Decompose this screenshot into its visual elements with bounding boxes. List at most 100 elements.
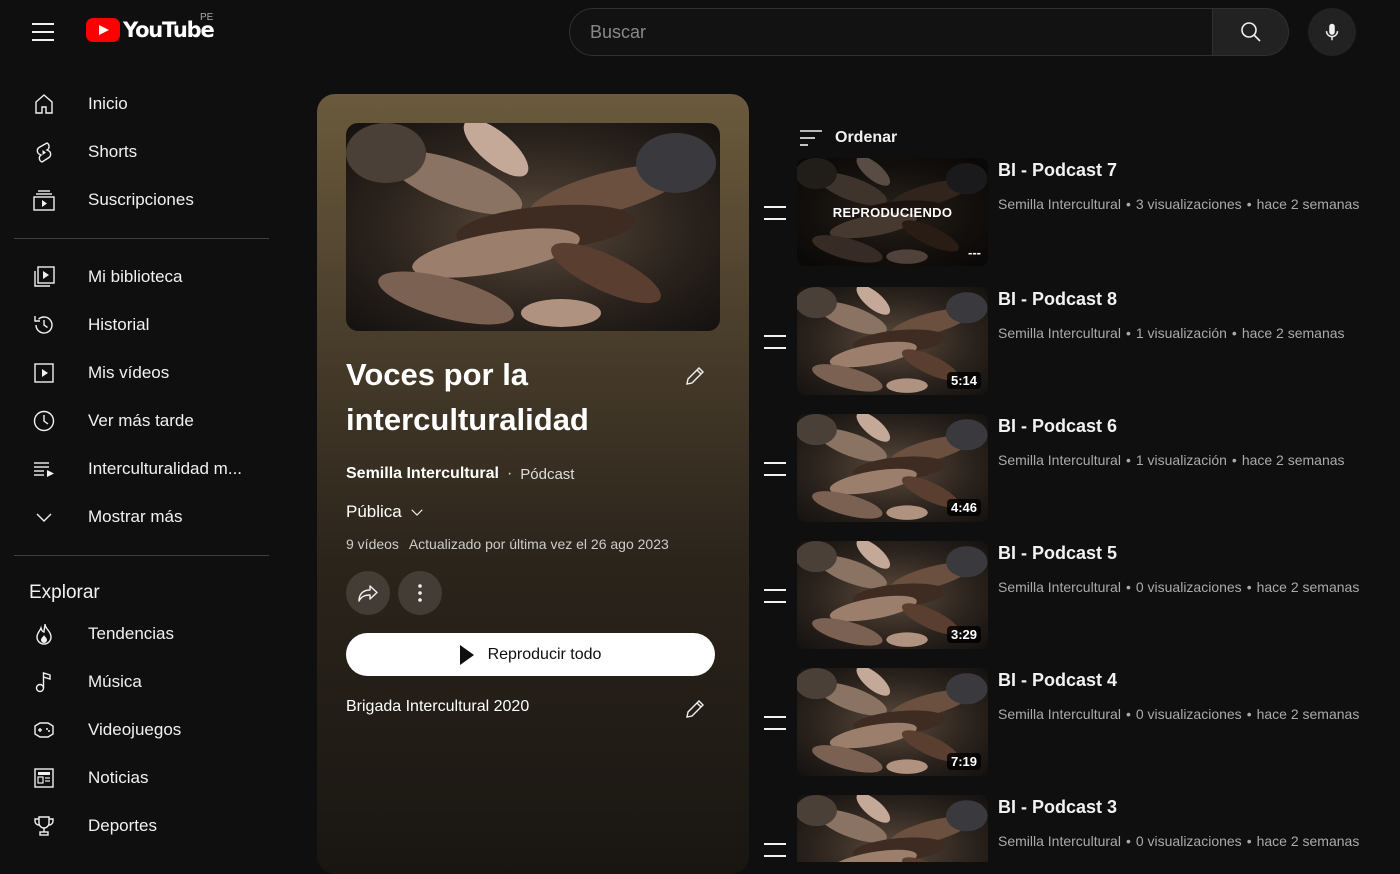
- sidebar-main-section: Inicio Shorts Suscripciones: [0, 64, 284, 238]
- upload-age: hace 2 semanas: [1256, 196, 1360, 212]
- last-updated: Actualizado por última vez el 26 ago 202…: [408, 536, 669, 552]
- sidebar-item-shorts[interactable]: Shorts: [14, 128, 270, 176]
- video-meta: Semilla Intercultural • 0 visualizaciones •…: [998, 579, 1360, 595]
- play-all-label: Reproducir todo: [487, 645, 602, 663]
- duration-badge: 3:29: [946, 626, 981, 643]
- now-playing-overlay: REPRODUCIENDO: [797, 158, 988, 266]
- channel-name[interactable]: Semilla Intercultural: [998, 196, 1121, 212]
- sort-button[interactable]: Ordenar: [797, 126, 897, 150]
- chevron-down-icon: [30, 503, 58, 531]
- video-title[interactable]: BI - Podcast 7: [998, 160, 1117, 181]
- drag-handle-icon[interactable]: [764, 843, 786, 857]
- playlist-video-row[interactable]: 7:19 BI - Podcast 4 Semilla Intercultura…: [760, 668, 1400, 778]
- sidebar-item-label: Música: [88, 672, 142, 691]
- pencil-icon: [686, 700, 704, 718]
- video-title[interactable]: BI - Podcast 4: [998, 670, 1117, 691]
- play-all-button[interactable]: Reproducir todo: [346, 633, 715, 676]
- separator-dot: ·: [506, 465, 513, 482]
- subscriptions-icon: [30, 186, 58, 214]
- upload-age: hace 2 semanas: [1256, 706, 1360, 722]
- youtube-logo[interactable]: YouTube PE: [86, 12, 215, 42]
- sidebar-item-mis-videos[interactable]: Mis vídeos: [14, 349, 270, 397]
- playlist-video-row[interactable]: BI - Podcast 3 Semilla Intercultural • 0 v…: [760, 795, 1400, 862]
- voice-search-button[interactable]: [1308, 8, 1356, 56]
- sidebar-item-suscripciones[interactable]: Suscripciones: [14, 176, 270, 224]
- video-title[interactable]: BI - Podcast 5: [998, 543, 1117, 564]
- drag-handle-icon[interactable]: [764, 716, 786, 730]
- sidebar-item-mostrar-mas[interactable]: Mostrar más: [14, 493, 270, 541]
- channel-name-link[interactable]: Semilla Intercultural: [346, 465, 499, 483]
- drag-handle-icon[interactable]: [764, 206, 786, 220]
- sidebar-library-section: Mi biblioteca Historial Mis vídeos Ver m…: [0, 239, 284, 555]
- channel-name[interactable]: Semilla Intercultural: [998, 706, 1121, 722]
- sidebar-item-ver-mas-tarde[interactable]: Ver más tarde: [14, 397, 270, 445]
- sidebar-item-label: Mis vídeos: [88, 363, 170, 382]
- channel-name[interactable]: Semilla Intercultural: [998, 833, 1121, 849]
- playlist-owner-line: Semilla Intercultural · Pódcast: [346, 465, 574, 483]
- menu-button[interactable]: [24, 16, 64, 48]
- video-thumbnail[interactable]: 7:19: [797, 668, 988, 776]
- more-options-button[interactable]: [398, 571, 442, 615]
- duration-badge: 4:46: [946, 499, 981, 516]
- video-thumbnail[interactable]: 4:46: [797, 414, 988, 522]
- sort-label: Ordenar: [835, 129, 898, 146]
- sidebar-item-label: Inicio: [88, 94, 128, 113]
- video-thumbnail[interactable]: 5:14: [797, 287, 988, 395]
- video-meta: Semilla Intercultural • 0 visualizaciones •…: [998, 833, 1360, 849]
- gaming-icon: [30, 716, 58, 744]
- edit-description-button[interactable]: [679, 693, 711, 725]
- playlist-title: Voces por la interculturalidad: [346, 357, 589, 437]
- sidebar-item-label: Interculturalidad m...: [88, 459, 243, 478]
- youtube-logo-icon: [86, 18, 120, 42]
- playlist-video-row[interactable]: 4:46 BI - Podcast 6 Semilla Intercultura…: [760, 414, 1400, 524]
- video-thumbnail[interactable]: [797, 795, 988, 862]
- country-code: PE: [200, 12, 214, 23]
- edit-title-button[interactable]: [679, 360, 711, 392]
- sidebar-item-label: Tendencias: [88, 624, 175, 643]
- drag-handle-icon[interactable]: [764, 462, 786, 476]
- video-thumbnail[interactable]: REPRODUCIENDO ---: [797, 158, 988, 266]
- drag-handle-icon[interactable]: [764, 589, 786, 603]
- playlist-thumbnail[interactable]: [346, 123, 720, 331]
- sidebar-item-tendencias[interactable]: Tendencias: [14, 610, 270, 658]
- channel-name[interactable]: Semilla Intercultural: [998, 452, 1121, 468]
- sidebar-item-historial[interactable]: Historial: [14, 301, 270, 349]
- top-bar: YouTube PE: [0, 0, 1400, 64]
- home-icon: [30, 90, 58, 118]
- playlist-video-row[interactable]: REPRODUCIENDO --- BI - Podcast 7 Semilla…: [760, 158, 1400, 268]
- channel-name[interactable]: Semilla Intercultural: [998, 325, 1121, 341]
- channel-name[interactable]: Semilla Intercultural: [998, 579, 1121, 595]
- sidebar-item-label: Ver más tarde: [88, 411, 194, 430]
- share-button[interactable]: [346, 571, 390, 615]
- search-button[interactable]: [1212, 8, 1289, 56]
- video-thumbnail[interactable]: 3:29: [797, 541, 988, 649]
- upload-age: hace 2 semanas: [1256, 833, 1360, 849]
- video-title[interactable]: BI - Podcast 8: [998, 289, 1117, 310]
- video-count: 9 vídeos: [346, 536, 399, 552]
- sidebar-item-inicio[interactable]: Inicio: [14, 80, 270, 128]
- duration-badge: 7:19: [946, 753, 981, 770]
- video-title[interactable]: BI - Podcast 3: [998, 797, 1117, 818]
- view-count: 0 visualizaciones: [1135, 706, 1242, 722]
- privacy-dropdown[interactable]: Pública: [346, 502, 426, 522]
- play-icon: [459, 644, 474, 665]
- sidebar-item-musica[interactable]: Música: [14, 658, 270, 706]
- sidebar-item-mi-biblioteca[interactable]: Mi biblioteca: [14, 253, 270, 301]
- upload-age: hace 2 semanas: [1241, 452, 1345, 468]
- duration-badge: 5:14: [946, 372, 981, 389]
- sidebar-item-label: Mostrar más: [88, 507, 183, 526]
- sidebar-item-deportes[interactable]: Deportes: [14, 802, 270, 850]
- sidebar-item-videojuegos[interactable]: Videojuegos: [14, 706, 270, 754]
- search-input[interactable]: [569, 8, 1212, 56]
- video-meta: Semilla Intercultural • 1 visualización • ha…: [998, 325, 1345, 341]
- privacy-label: Pública: [346, 502, 402, 521]
- upload-age: hace 2 semanas: [1256, 579, 1360, 595]
- watch-later-icon: [30, 407, 58, 435]
- shorts-icon: [30, 138, 58, 166]
- playlist-video-row[interactable]: 5:14 BI - Podcast 8 Semilla Intercultura…: [760, 287, 1400, 397]
- drag-handle-icon[interactable]: [764, 335, 786, 349]
- playlist-video-row[interactable]: 3:29 BI - Podcast 5 Semilla Intercultura…: [760, 541, 1400, 651]
- sidebar-item-noticias[interactable]: Noticias: [14, 754, 270, 802]
- sidebar-item-playlist[interactable]: Interculturalidad m...: [14, 445, 270, 493]
- video-title[interactable]: BI - Podcast 6: [998, 416, 1117, 437]
